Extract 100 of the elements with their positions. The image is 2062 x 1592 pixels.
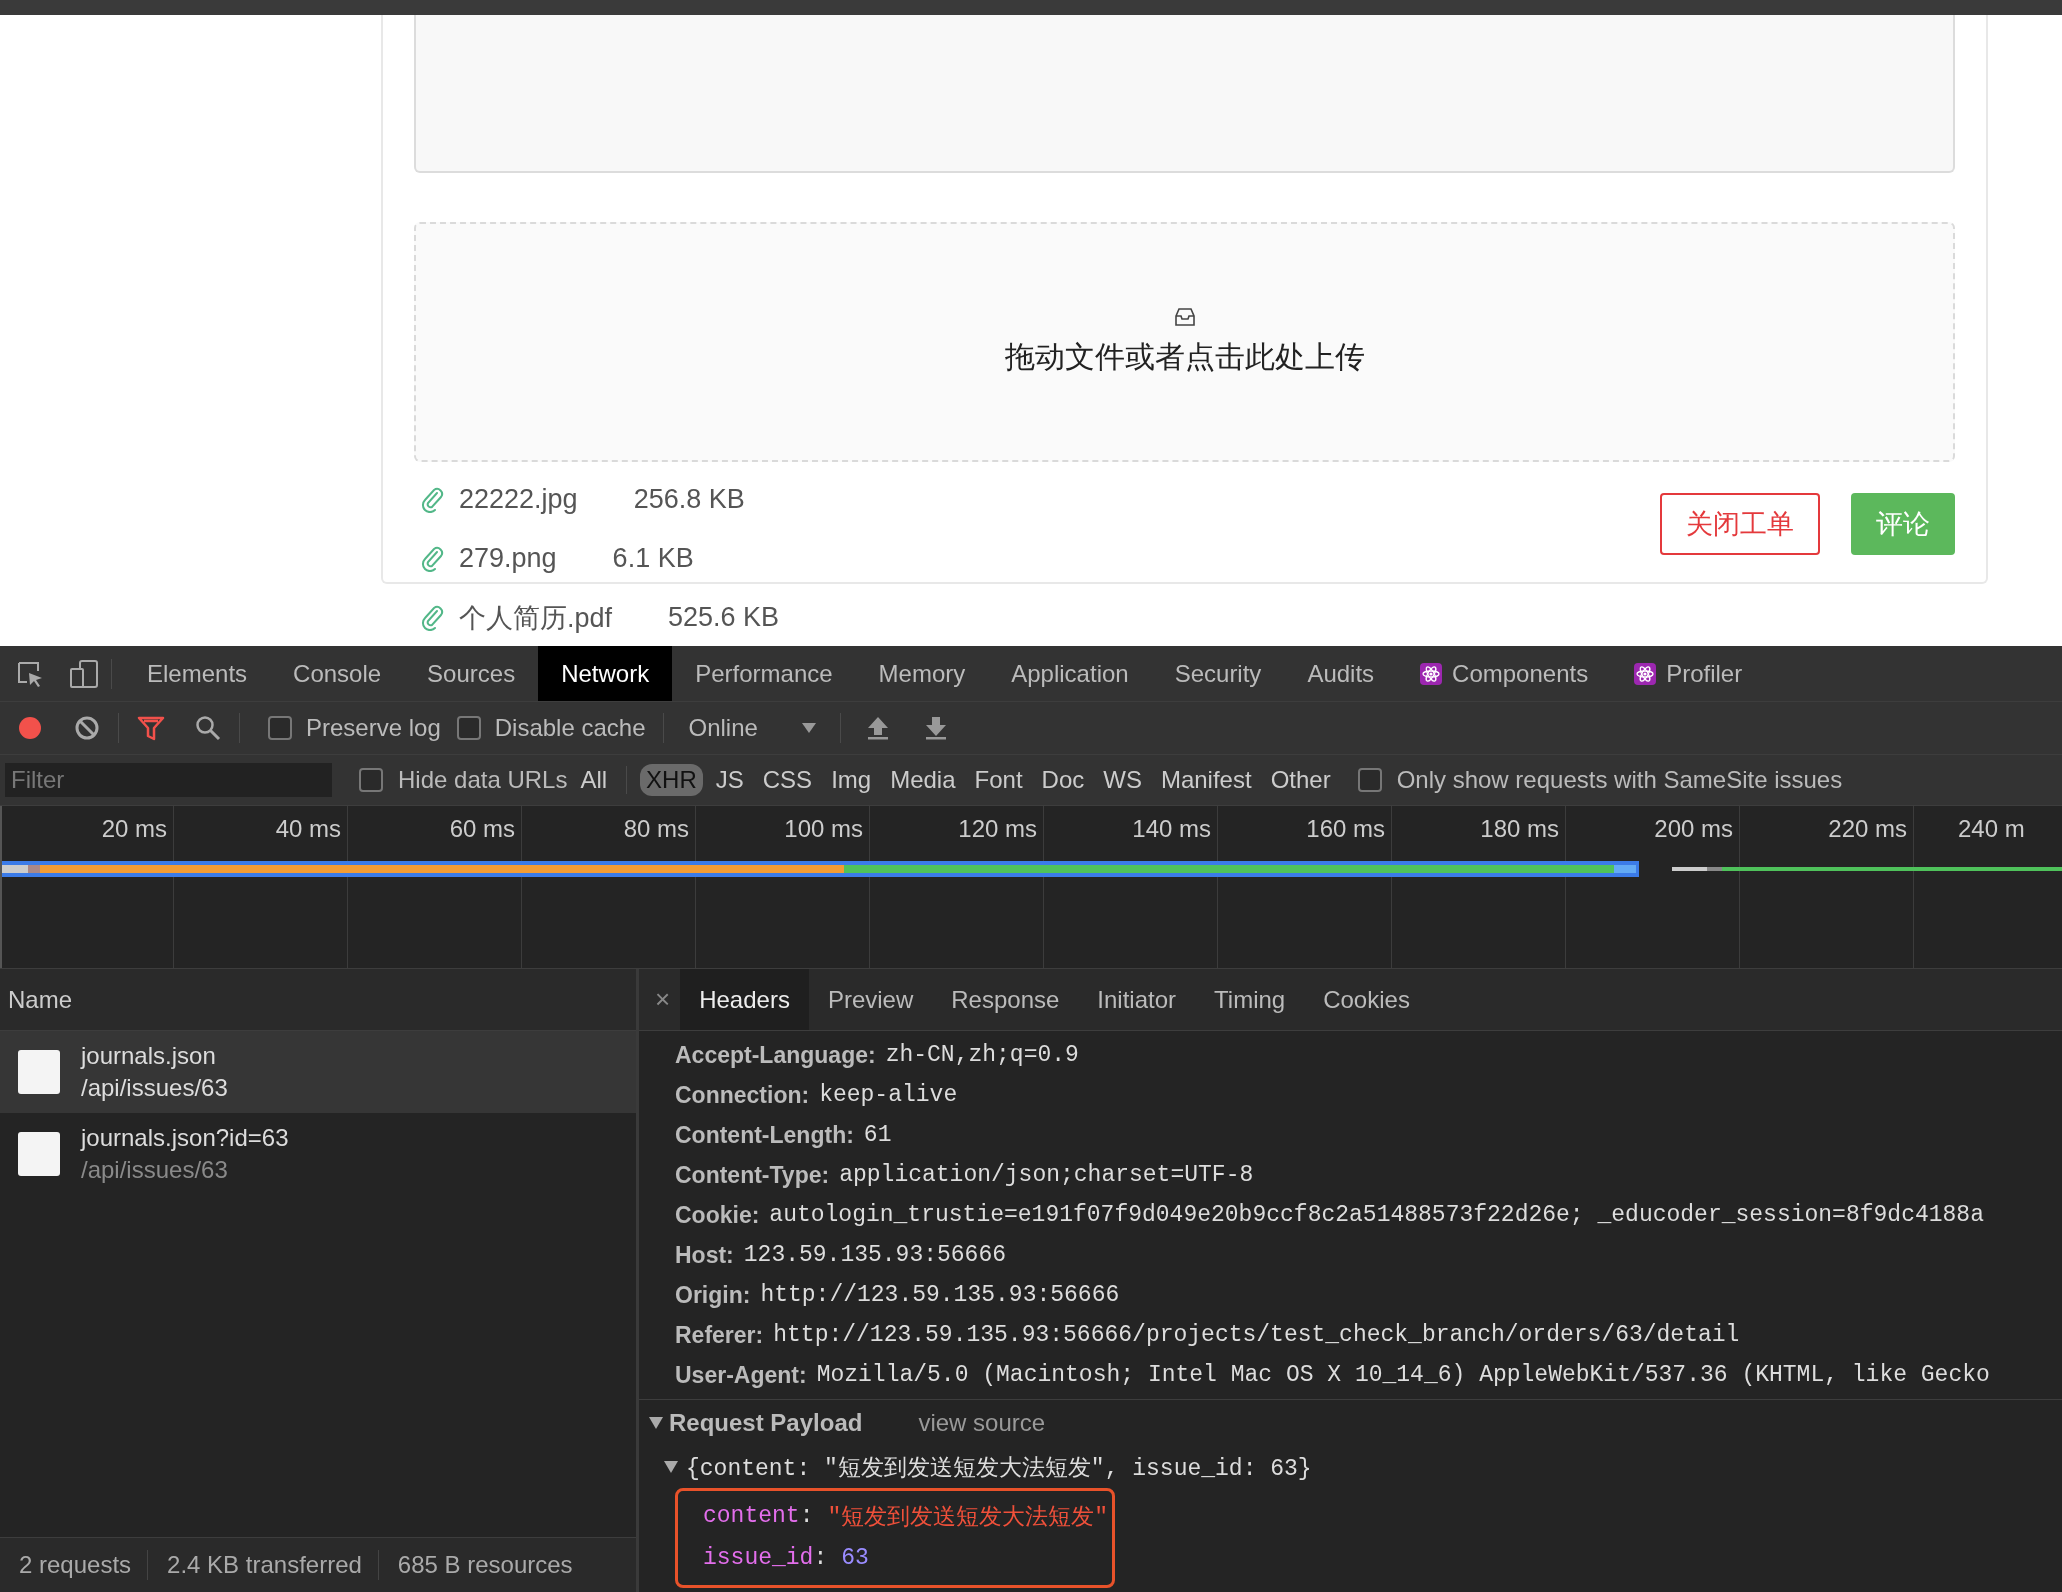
file-size: 525.6 KB	[668, 602, 780, 633]
time-tick-label: 120 ms	[958, 814, 1037, 844]
request-row[interactable]: journals.json?id=63 /api/issues/63	[0, 1113, 636, 1195]
header-name: Origin:	[675, 1281, 751, 1309]
time-tick-label: 140 ms	[1132, 814, 1211, 844]
panel-tab[interactable]: Audits	[1284, 646, 1398, 701]
paperclip-icon	[421, 545, 445, 572]
upload-hint: 拖动文件或者点击此处上传	[1004, 338, 1365, 376]
property-value: 63	[841, 1545, 869, 1571]
attachment-link[interactable]: 279.png	[459, 543, 557, 574]
paperclip-icon	[421, 486, 445, 513]
header-name: Content-Type:	[675, 1161, 830, 1189]
paperclip-icon	[421, 604, 445, 631]
header-value: http://123.59.135.93:56666/projects/test_check_branch/orders/63/detail	[773, 1322, 1740, 1348]
atom-icon	[1420, 662, 1443, 685]
panel-tab[interactable]: Console	[270, 646, 405, 701]
dropdown-caret-icon	[801, 723, 816, 733]
device-icon[interactable]	[69, 658, 99, 689]
checkbox-label: Preserve log	[306, 714, 441, 742]
close-button[interactable]: ×	[639, 969, 681, 1030]
time-tick-label: 100 ms	[784, 814, 863, 844]
panel-tab[interactable]: Security	[1151, 646, 1285, 701]
request-name: journals.json	[81, 1042, 217, 1070]
resource-type-filter[interactable]: Font	[968, 764, 1029, 796]
detail-tab[interactable]: Response	[932, 969, 1079, 1030]
download-icon[interactable]	[924, 716, 947, 740]
request-path: /api/issues/63	[81, 1156, 229, 1184]
document-icon	[17, 1049, 61, 1095]
atom-icon	[1634, 662, 1657, 685]
time-tick-label: 220 ms	[1828, 814, 1907, 844]
resource-type-filter[interactable]: All	[574, 764, 614, 796]
header-name: Cookie:	[675, 1201, 760, 1229]
status-text: 685 B resources	[396, 1550, 574, 1580]
resource-type-filter[interactable]: Other	[1264, 764, 1337, 796]
resource-type-filter[interactable]: Doc	[1035, 764, 1091, 796]
checkbox-label: Disable cache	[494, 714, 646, 742]
panel-tab[interactable]: Profiler	[1611, 646, 1766, 701]
panel-tab[interactable]: Application	[988, 646, 1152, 701]
upload-icon[interactable]	[866, 716, 889, 740]
detail-tab[interactable]: Preview	[808, 969, 933, 1030]
header-value: keep-alive	[819, 1082, 958, 1108]
inbox-icon	[1173, 307, 1196, 327]
resource-type-filter[interactable]: Manifest	[1154, 764, 1258, 796]
status-text: 2 requests	[0, 1550, 149, 1580]
resource-type-filter[interactable]: WS	[1097, 764, 1148, 796]
resource-type-filter[interactable]: Img	[825, 764, 878, 796]
payload-summary: {content: "短发到发送短发大法短发", issue_id: 63}	[686, 1454, 1312, 1483]
section-toggle[interactable]: Request Payload	[649, 1409, 863, 1437]
search-icon[interactable]	[195, 715, 221, 741]
request-path: /api/issues/63	[81, 1074, 228, 1102]
status-text: 2.4 KB transferred	[148, 1550, 379, 1580]
inspect-icon[interactable]	[16, 659, 44, 688]
expand-triangle-icon	[649, 1417, 663, 1429]
detail-tab[interactable]: Timing	[1195, 969, 1305, 1030]
time-tick-label: 60 ms	[449, 814, 515, 844]
panel-tab[interactable]: Network	[538, 646, 673, 701]
header-value: autologin_trustie=e191f07f9d049e20b9ccf8c2a51488573f22d26e; _educoder_session=8f9dc4188a	[769, 1202, 1984, 1228]
attachment-link[interactable]: 个人简历.pdf	[459, 599, 613, 636]
checkbox[interactable]	[456, 716, 481, 740]
close-ticket-button[interactable]: 关闭工单	[1660, 493, 1820, 555]
filter-input-field[interactable]: Filter	[5, 763, 332, 797]
panel-tab[interactable]: Performance	[672, 646, 856, 701]
checkbox[interactable]	[1357, 768, 1382, 792]
checkbox[interactable]	[268, 716, 292, 740]
clear-icon[interactable]	[74, 715, 100, 741]
record-icon[interactable]	[16, 714, 44, 742]
header-name: Content-Length:	[675, 1121, 854, 1149]
resource-type-filter[interactable]: JS	[709, 764, 750, 796]
column-header: Name	[0, 969, 636, 1031]
detail-tab[interactable]: Cookies	[1304, 969, 1429, 1030]
time-tick-label: 40 ms	[275, 814, 341, 844]
checkbox[interactable]	[359, 768, 383, 792]
throttling-dropdown[interactable]: Online	[682, 714, 822, 742]
resource-type-filter[interactable]: Media	[884, 764, 962, 796]
property-colon: :	[813, 1545, 828, 1571]
resource-type-filter[interactable]: CSS	[756, 764, 819, 796]
request-name: journals.json?id=63	[81, 1124, 289, 1152]
panel-tab[interactable]: Memory	[855, 646, 989, 701]
request-row[interactable]: journals.json /api/issues/63	[0, 1031, 636, 1113]
attachment-link[interactable]: 22222.jpg	[459, 484, 578, 515]
header-name: Accept-Language:	[675, 1041, 876, 1069]
header-value: application/json;charset=UTF-8	[839, 1162, 1254, 1188]
time-tick-label: 80 ms	[623, 814, 689, 844]
comment-input-field[interactable]	[414, 15, 1955, 173]
time-tick-label: 200 ms	[1654, 814, 1733, 844]
view-source-link[interactable]: view source	[918, 1409, 1046, 1437]
time-tick-label: 20 ms	[101, 814, 167, 844]
detail-tab[interactable]: Initiator	[1078, 969, 1196, 1030]
file-size: 256.8 KB	[633, 484, 745, 515]
header-value: http://123.59.135.93:56666	[760, 1282, 1120, 1308]
time-tick-label: 160 ms	[1306, 814, 1385, 844]
filter-icon[interactable]	[137, 715, 165, 741]
upload-dropzone[interactable]: 拖动文件或者点击此处上传	[414, 222, 1955, 462]
time-tick-label: 180 ms	[1480, 814, 1559, 844]
detail-tab[interactable]: Headers	[680, 969, 809, 1030]
document-icon	[17, 1131, 61, 1177]
expand-triangle-icon[interactable]	[664, 1461, 678, 1473]
panel-tab[interactable]: Sources	[404, 646, 539, 701]
panel-tab[interactable]: Components	[1397, 646, 1612, 701]
panel-tab[interactable]: Elements	[124, 646, 271, 701]
